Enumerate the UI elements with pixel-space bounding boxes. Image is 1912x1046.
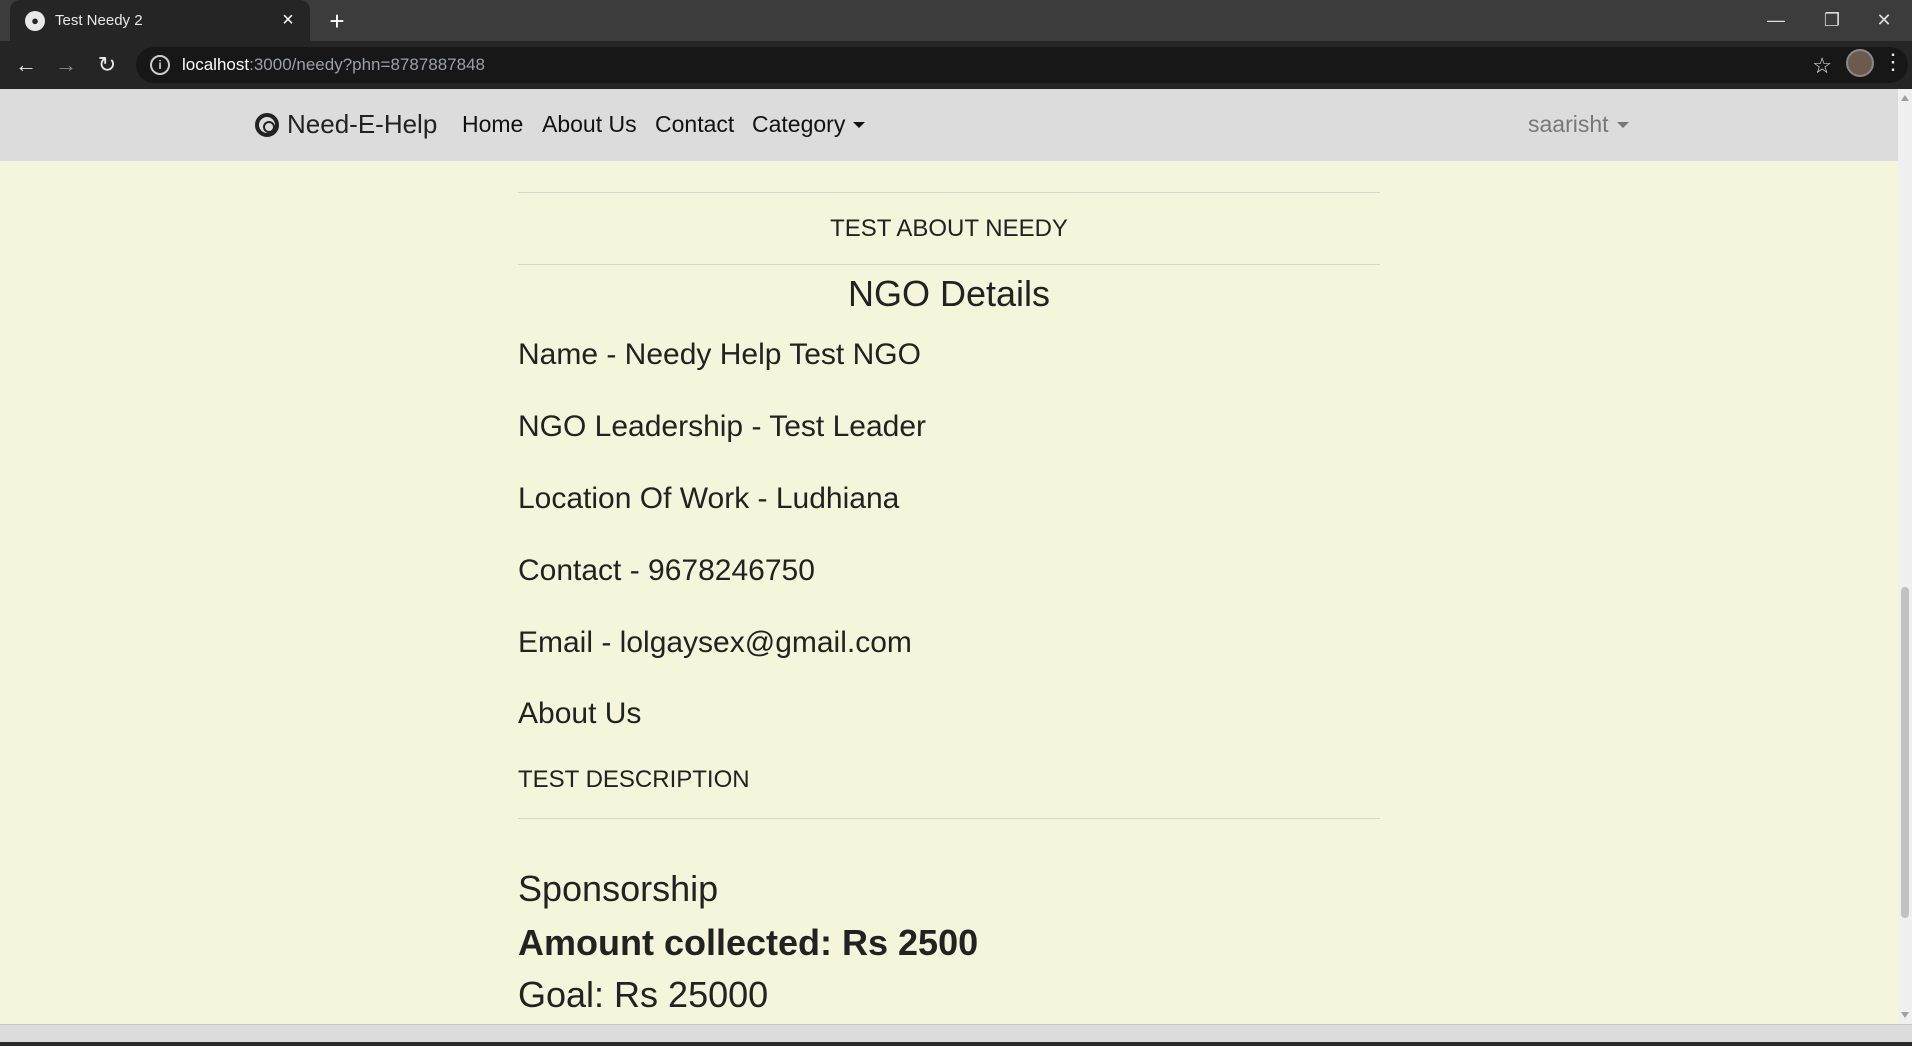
tab-close-icon[interactable]: × (274, 7, 302, 35)
ngo-leadership: NGO Leadership - Test Leader (518, 410, 927, 443)
horizontal-scrollbar[interactable] (0, 1024, 1912, 1046)
url-text: localhost:3000/needy?phn=8787887848 (182, 55, 485, 75)
user-dropdown[interactable]: saarisht (1528, 111, 1629, 138)
ngo-about-heading: About Us (518, 697, 642, 730)
reload-icon[interactable]: ↻ (91, 49, 123, 81)
tab-title: Test Needy 2 (55, 12, 143, 29)
window-close-icon[interactable]: ✕ (1856, 0, 1912, 41)
lifebuoy-icon (255, 112, 279, 137)
scroll-down-arrow-icon[interactable] (1901, 1012, 1909, 1018)
ngo-name: Name - Needy Help Test NGO (518, 338, 921, 371)
goal-amount: Goal: Rs 25000 (518, 974, 769, 1015)
sponsorship-heading: Sponsorship (518, 868, 719, 909)
site-info-icon[interactable]: i (150, 55, 170, 75)
page-viewport: Need-E-Help Home About Us Contact Catego… (0, 89, 1898, 1024)
nav-about-us[interactable]: About Us (542, 111, 637, 138)
browser-tab-bar: ● Test Needy 2 × + — ❐ ✕ (0, 0, 1912, 41)
nav-home[interactable]: Home (462, 111, 523, 138)
vertical-scrollbar[interactable] (1898, 89, 1912, 1024)
ngo-contact: Contact - 9678246750 (518, 554, 815, 587)
ngo-details-heading: NGO Details (847, 273, 1051, 314)
menu-kebab-icon[interactable]: ⋮ (1882, 49, 1904, 75)
browser-tab[interactable]: ● Test Needy 2 × (10, 0, 310, 41)
back-arrow-icon[interactable]: ← (10, 49, 42, 81)
brand-label: Need-E-Help (287, 109, 438, 139)
chevron-down-icon (853, 122, 866, 128)
taskbar-strip (0, 1042, 1912, 1046)
url-path: :3000/needy?phn=8787887848 (249, 55, 485, 74)
divider (518, 192, 1380, 193)
scroll-up-arrow-icon[interactable] (1901, 95, 1909, 101)
ngo-description: TEST DESCRIPTION (518, 766, 750, 793)
new-tab-button[interactable]: + (322, 6, 352, 36)
scroll-thumb[interactable] (1901, 587, 1909, 918)
profile-avatar[interactable] (1846, 49, 1874, 77)
address-bar[interactable]: i localhost:3000/needy?phn=8787887848 ☆ … (136, 47, 1908, 83)
site-navbar: Need-E-Help Home About Us Contact Catego… (0, 89, 1898, 161)
minimize-icon[interactable]: — (1748, 0, 1804, 41)
ngo-location: Location Of Work - Ludhiana (518, 482, 900, 515)
chevron-down-icon (1616, 122, 1629, 128)
globe-icon: ● (25, 10, 45, 31)
restore-icon[interactable]: ❐ (1804, 0, 1860, 41)
browser-toolbar: ← → ↻ i localhost:3000/needy?phn=8787887… (0, 41, 1912, 89)
about-needy-text: TEST ABOUT NEEDY (830, 215, 1068, 242)
url-host: localhost (182, 55, 250, 74)
nav-category-dropdown[interactable]: Category (752, 111, 866, 138)
divider (518, 264, 1380, 265)
user-name: saarisht (1528, 111, 1609, 137)
bookmark-star-icon[interactable]: ☆ (1812, 53, 1832, 79)
amount-collected: Amount collected: Rs 2500 (518, 922, 979, 963)
nav-contact[interactable]: Contact (655, 111, 734, 138)
brand-link[interactable]: Need-E-Help (255, 109, 437, 140)
ngo-email: Email - lolgaysex@gmail.com (518, 626, 912, 659)
divider (518, 818, 1380, 819)
nav-category-label: Category (752, 111, 846, 137)
forward-arrow-icon[interactable]: → (50, 49, 82, 81)
